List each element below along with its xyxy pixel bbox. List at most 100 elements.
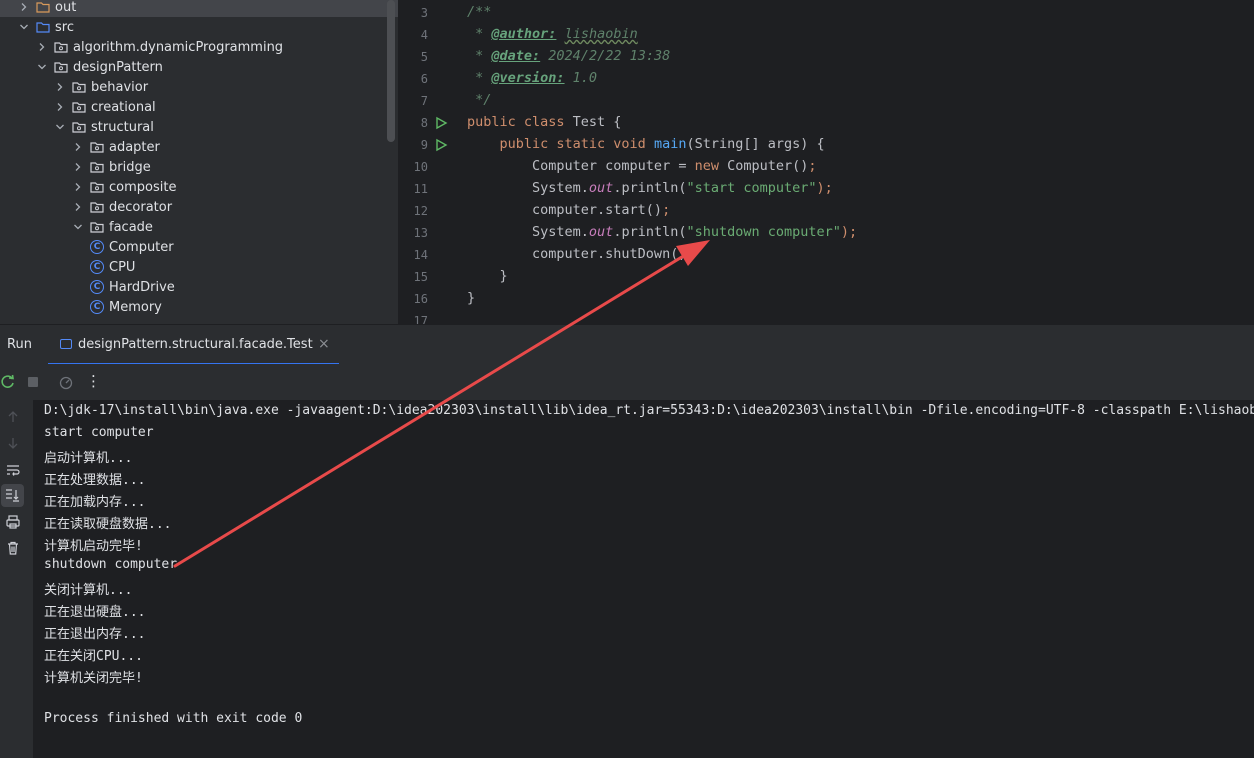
package-icon xyxy=(90,161,104,173)
line-number: 4 xyxy=(420,28,428,42)
javadoc-value: 1.0 xyxy=(564,70,598,86)
tree-item-structural[interactable]: structural xyxy=(0,117,398,137)
tree-item-facade[interactable]: facade xyxy=(0,217,398,237)
code-editor[interactable]: 3 4 5 6 7 8 9 10 11 12 13 14 15 16 17 /** * @author: l… xyxy=(398,0,1254,324)
chevron-right-icon[interactable] xyxy=(36,41,48,53)
tree-item-bridge[interactable]: bridge xyxy=(0,157,398,177)
tree-item-label: decorator xyxy=(109,199,173,215)
scroll-to-end-button[interactable] xyxy=(1,484,24,507)
console-output[interactable]: D:\jdk-17\install\bin\java.exe -javaagen… xyxy=(33,400,1254,758)
console-line: 计算机关闭完毕! xyxy=(44,671,143,686)
comment-text: * xyxy=(467,48,492,64)
tree-item-harddrive[interactable]: C HardDrive xyxy=(0,277,398,297)
tree-item-behavior[interactable]: behavior xyxy=(0,77,398,97)
scroll-down-icon[interactable] xyxy=(5,435,21,451)
run-title: Run xyxy=(7,337,32,352)
tree-item-decorator[interactable]: decorator xyxy=(0,197,398,217)
identifier: .println( xyxy=(613,180,687,196)
chevron-down-icon[interactable] xyxy=(72,221,84,233)
identifier: System. xyxy=(467,180,589,196)
line-number: 16 xyxy=(413,292,428,306)
identifier: .println( xyxy=(613,224,687,240)
chevron-right-icon[interactable] xyxy=(18,1,30,13)
dump-threads-icon[interactable] xyxy=(58,374,74,390)
line-number: 6 xyxy=(420,72,428,86)
tree-item-adapter[interactable]: adapter xyxy=(0,137,398,157)
chevron-right-icon[interactable] xyxy=(72,201,84,213)
tree-item-label: structural xyxy=(91,119,154,135)
identifier: computer.start() xyxy=(467,202,663,218)
folder-icon xyxy=(36,1,50,13)
code-line-12: computer.start(); xyxy=(467,202,670,218)
project-tree-panel: out src algorithm.dynamicProgramming design… xyxy=(0,0,398,324)
code-line-16: } xyxy=(467,290,475,306)
scroll-up-icon[interactable] xyxy=(5,409,21,425)
tree-item-src[interactable]: src xyxy=(0,17,398,37)
package-icon xyxy=(72,101,86,113)
tree-item-designpattern[interactable]: designPattern xyxy=(0,57,398,77)
chevron-right-icon[interactable] xyxy=(72,181,84,193)
run-configuration-icon xyxy=(60,339,72,349)
chevron-right-icon[interactable] xyxy=(54,81,66,93)
chevron-down-icon[interactable] xyxy=(18,21,30,33)
identifier: Test { xyxy=(572,114,622,130)
tree-item-cpu[interactable]: C CPU xyxy=(0,257,398,277)
string-literal: "start computer" xyxy=(686,180,817,196)
tree-item-label: composite xyxy=(109,179,177,195)
tree-item-label: src xyxy=(55,19,74,35)
chevron-right-icon[interactable] xyxy=(54,101,66,113)
semicolon: ; xyxy=(808,158,817,174)
code-line-14: computer.shutDown(); xyxy=(467,246,695,262)
tree-item-out[interactable]: out xyxy=(0,0,398,17)
code-line-8: public class Test { xyxy=(467,114,621,130)
console-line: 计算机启动完毕! xyxy=(44,539,143,554)
soft-wrap-icon[interactable] xyxy=(5,462,21,478)
run-main-icon[interactable] xyxy=(434,137,448,152)
run-toolbar: ⋮ xyxy=(0,364,1254,400)
console-line: 正在处理数据... xyxy=(44,473,146,488)
tree-item-creational[interactable]: creational xyxy=(0,97,398,117)
javadoc-tag: @version: xyxy=(491,70,565,86)
keyword: public static void xyxy=(467,136,654,152)
scroll-to-end-icon xyxy=(4,487,20,503)
tree-item-composite[interactable]: composite xyxy=(0,177,398,197)
line-number: 14 xyxy=(413,248,428,262)
close-tab-icon[interactable]: × xyxy=(318,336,330,352)
code-line-9: public static void main(String[] args) { xyxy=(467,136,825,152)
class-icon: C xyxy=(90,300,104,314)
method-name: main xyxy=(653,136,687,152)
clear-all-icon[interactable] xyxy=(5,540,21,556)
line-number: 13 xyxy=(413,226,428,240)
line-number: 9 xyxy=(420,138,428,152)
semicolon: ); xyxy=(816,180,833,196)
tree-item-label: Memory xyxy=(109,299,162,315)
comment-text: * xyxy=(467,26,492,42)
tree-item-label: adapter xyxy=(109,139,160,155)
class-icon: C xyxy=(90,260,104,274)
tree-item-memory[interactable]: C Memory xyxy=(0,297,398,317)
class-icon: C xyxy=(90,240,104,254)
tree-item-computer[interactable]: C Computer xyxy=(0,237,398,257)
run-class-icon[interactable] xyxy=(434,115,448,130)
tree-item-label: behavior xyxy=(91,79,149,95)
semicolon: ); xyxy=(840,224,858,240)
rerun-icon[interactable] xyxy=(0,374,16,390)
more-actions-icon[interactable]: ⋮ xyxy=(86,372,101,390)
chevron-down-icon[interactable] xyxy=(36,61,48,73)
identifier: System. xyxy=(467,224,589,240)
javadoc-value: 2024/2/22 13:38 xyxy=(540,48,671,64)
stop-icon[interactable] xyxy=(25,374,41,390)
chevron-right-icon[interactable] xyxy=(72,161,84,173)
identifier: } xyxy=(467,268,508,284)
tree-scrollbar[interactable] xyxy=(387,0,395,142)
line-number: 3 xyxy=(420,6,428,20)
console-side-toolbar xyxy=(0,400,33,758)
chevron-down-icon[interactable] xyxy=(54,121,66,133)
chevron-right-icon[interactable] xyxy=(72,141,84,153)
static-field: out xyxy=(588,224,614,240)
print-icon[interactable] xyxy=(5,514,21,530)
string-literal: "shutdown computer" xyxy=(686,224,841,240)
tab-run-configuration[interactable]: designPattern.structural.facade.Test × xyxy=(48,325,339,365)
identifier: (String[] args) { xyxy=(686,136,825,152)
tree-item-algorithm-dynamicprogramming[interactable]: algorithm.dynamicProgramming xyxy=(0,37,398,57)
